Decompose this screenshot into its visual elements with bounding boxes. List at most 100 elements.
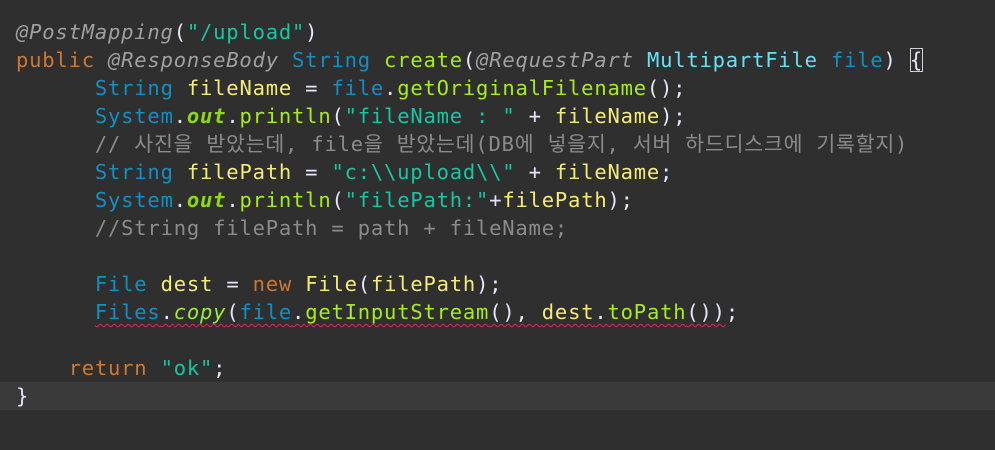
code-token: getOriginalFilename — [397, 76, 647, 100]
code-line[interactable]: String filePath = "c:\\upload\\" + fileN… — [0, 158, 995, 186]
code-token: out — [186, 188, 227, 212]
code-token: ; — [213, 356, 227, 380]
error-token: (), — [489, 300, 542, 324]
code-token: File — [305, 272, 358, 296]
code-line[interactable]: String fileName = file.getOriginalFilena… — [0, 74, 995, 102]
code-token: filePath — [502, 188, 608, 212]
code-token: println — [239, 188, 332, 212]
code-token: ( — [331, 104, 345, 128]
code-token: return — [68, 356, 148, 380]
error-token: . — [160, 300, 174, 324]
code-token: // 사진을 받았는데, file을 받았는데(DB에 넣을지, 서버 하드디스… — [94, 132, 909, 156]
code-token: public — [16, 48, 95, 72]
code-line[interactable]: public @ResponseBody String create(@Requ… — [0, 46, 995, 74]
code-token: println — [239, 104, 332, 128]
code-token: new — [252, 272, 293, 296]
code-token: { — [909, 48, 923, 72]
code-token: MultipartFile — [646, 48, 818, 72]
code-token: (); — [646, 76, 687, 100]
code-token: ) — [305, 20, 319, 44]
code-line[interactable]: // 사진을 받았는데, file을 받았는데(DB에 넣을지, 서버 하드디스… — [0, 130, 995, 158]
code-token: ; — [725, 300, 739, 324]
error-token: ( — [226, 300, 240, 324]
code-token: = — [213, 272, 253, 296]
code-token: dest — [160, 272, 214, 296]
error-token: toPath — [607, 300, 687, 324]
error-token: Files — [94, 300, 161, 324]
code-token: . — [226, 104, 240, 128]
code-token: } — [16, 384, 30, 408]
code-token: System — [94, 188, 174, 212]
code-token: ) — [883, 48, 910, 72]
code-token: @PostMapping — [16, 20, 174, 44]
code-line[interactable]: return "ok"; — [0, 354, 995, 382]
code-token: "filePath:" — [344, 188, 490, 212]
code-line[interactable]: Files.copy(file.getInputStream(), dest.t… — [0, 298, 995, 326]
code-token: "c:\\upload\\" — [331, 160, 516, 184]
code-editor[interactable]: @PostMapping("/upload") public @ResponseB… — [0, 0, 995, 450]
code-token: . — [173, 188, 187, 212]
code-line[interactable]: //String filePath = path + fileName; — [0, 214, 995, 242]
code-line[interactable]: System.out.println("filePath:"+filePath)… — [0, 186, 995, 214]
code-token: @ResponseBody — [108, 48, 279, 72]
code-token: ( — [462, 48, 477, 72]
code-token: create — [384, 48, 463, 72]
code-token: out — [186, 104, 227, 128]
code-line[interactable]: @PostMapping("/upload") — [0, 18, 995, 46]
code-token: "ok" — [160, 356, 214, 380]
code-token: //String filePath = path + fileName; — [94, 216, 568, 240]
code-token: ( — [357, 272, 371, 296]
code-token: String — [94, 76, 174, 100]
code-token: ( — [331, 188, 345, 212]
error-token: . — [594, 300, 608, 324]
code-token: + — [489, 188, 503, 212]
code-line[interactable]: File dest = new File(filePath); — [0, 270, 995, 298]
code-token: + — [515, 104, 555, 128]
code-token: fileName — [554, 160, 661, 184]
code-token: . — [226, 188, 240, 212]
code-token: fileName — [186, 76, 293, 100]
code-token: System — [94, 104, 174, 128]
code-token: @RequestPart — [476, 48, 634, 72]
code-token: File — [94, 272, 148, 296]
code-token: ( — [173, 20, 187, 44]
code-token: ; — [660, 160, 674, 184]
code-token: "/upload" — [186, 20, 306, 44]
code-token: filePath — [186, 160, 293, 184]
code-line[interactable] — [0, 326, 995, 354]
code-token: ); — [607, 188, 634, 212]
code-line[interactable] — [0, 242, 995, 270]
code-token: file — [331, 76, 385, 100]
error-token: copy — [173, 300, 227, 324]
code-line[interactable]: System.out.println("fileName : " + fileN… — [0, 102, 995, 130]
code-token: file — [830, 48, 884, 72]
code-token: = — [292, 160, 332, 184]
code-token: . — [384, 76, 398, 100]
error-token: file — [239, 300, 293, 324]
code-token: ); — [660, 104, 687, 128]
code-token: filePath — [370, 272, 477, 296]
error-token: getInputStream — [305, 300, 490, 324]
error-token: dest — [541, 300, 595, 324]
code-line[interactable]: } — [0, 382, 995, 410]
code-token: = — [292, 76, 332, 100]
error-token: ()) — [686, 300, 726, 324]
